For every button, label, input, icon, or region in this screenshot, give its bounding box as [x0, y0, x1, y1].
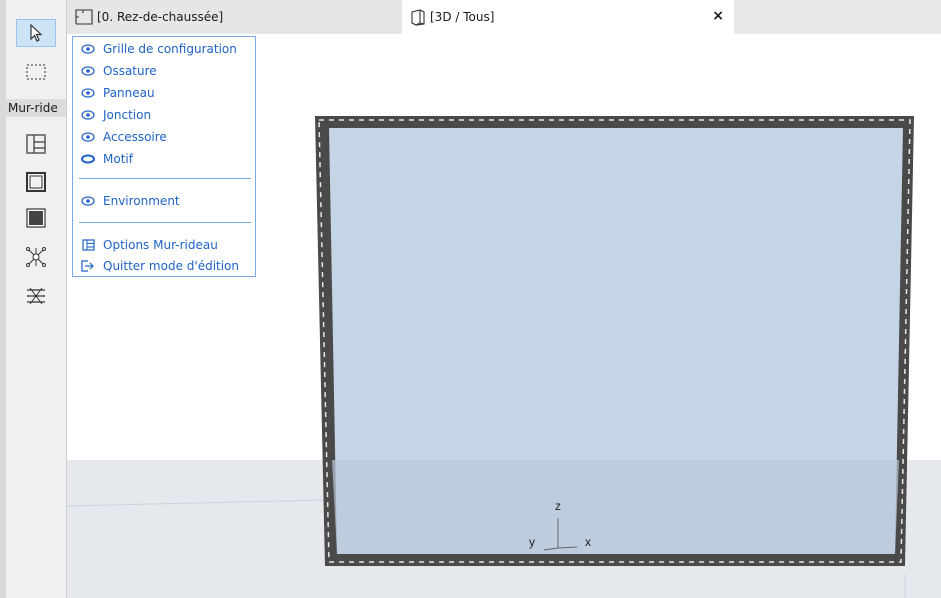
eye-icon: [81, 131, 95, 143]
menu-item-ossature[interactable]: Ossature: [81, 61, 157, 81]
menu-separator: [79, 178, 251, 179]
exit-icon: [81, 260, 95, 272]
panel-icon: [26, 208, 46, 228]
frame-icon: [26, 172, 46, 192]
marquee-selection-icon: [26, 64, 46, 80]
menu-item-panneau[interactable]: Panneau: [81, 83, 155, 103]
tab-floor-plan[interactable]: [0. Rez-de-chaussée]: [67, 0, 402, 34]
junction-icon: [26, 247, 46, 267]
eye-icon: [81, 195, 95, 207]
curtain-wall-grid-icon: [26, 134, 46, 154]
menu-item-environment[interactable]: Environment: [81, 191, 180, 211]
panel-tool[interactable]: [16, 204, 56, 232]
toolbox: Mur-ride: [0, 0, 67, 598]
mode-label: Mur-ride: [6, 99, 66, 117]
eye-icon: [81, 43, 95, 55]
marquee-tool-button[interactable]: [16, 58, 56, 86]
eye-closed-icon: [81, 153, 95, 165]
tab-bar: [0. Rez-de-chaussée] [3D / Tous] ×: [67, 0, 941, 34]
frame-tool[interactable]: [16, 168, 56, 196]
menu-item-motif[interactable]: Motif: [81, 149, 133, 169]
menu-item-jonction[interactable]: Jonction: [81, 105, 151, 125]
tab-3d-view[interactable]: [3D / Tous] ×: [402, 0, 734, 34]
junction-tool[interactable]: [16, 243, 56, 271]
menu-item-quitter[interactable]: Quitter mode d'édition: [81, 256, 239, 276]
ground-line: [67, 499, 328, 507]
z-axis-label: z: [555, 499, 561, 513]
floor-plan-icon: [75, 9, 93, 25]
menu-item-label: Options Mur-rideau: [103, 238, 218, 252]
menu-item-label: Jonction: [103, 108, 152, 122]
x-axis-label: x: [585, 535, 591, 549]
accessory-tool[interactable]: [16, 282, 56, 310]
toolbox-edge: [0, 0, 6, 598]
panel-lower-shade: [332, 460, 899, 554]
tab-bar-empty: [734, 0, 941, 34]
tab-3d-view-label: [3D / Tous]: [430, 10, 495, 24]
eye-icon: [81, 65, 95, 77]
menu-item-grille[interactable]: Grille de configuration: [81, 39, 237, 59]
menu-item-label: Accessoire: [103, 130, 167, 144]
menu-item-label: Panneau: [103, 86, 155, 100]
accessory-icon: [27, 287, 45, 305]
menu-item-accessoire[interactable]: Accessoire: [81, 127, 167, 147]
context-menu: Grille de configuration Ossature Panneau…: [72, 36, 256, 277]
close-tab-icon[interactable]: ×: [712, 8, 724, 24]
menu-item-label: Grille de configuration: [103, 42, 237, 56]
menu-item-label: Ossature: [103, 64, 157, 78]
menu-item-label: Motif: [103, 152, 133, 166]
menu-item-label: Quitter mode d'édition: [103, 259, 240, 273]
curtain-wall-grid-tool[interactable]: [16, 130, 56, 158]
menu-item-label: Environment: [103, 194, 180, 208]
menu-item-options-mur-rideau[interactable]: Options Mur-rideau: [81, 235, 218, 255]
menu-separator: [79, 222, 251, 223]
y-axis-label: y: [529, 535, 535, 549]
arrow-tool-button[interactable]: [16, 19, 56, 47]
eye-icon: [81, 109, 95, 121]
cube-3d-icon: [411, 9, 425, 26]
eye-icon: [81, 87, 95, 99]
tab-floor-plan-label: [0. Rez-de-chaussée]: [97, 10, 224, 24]
grid-settings-icon: [81, 239, 95, 251]
arrow-pointer-icon: [30, 24, 43, 42]
